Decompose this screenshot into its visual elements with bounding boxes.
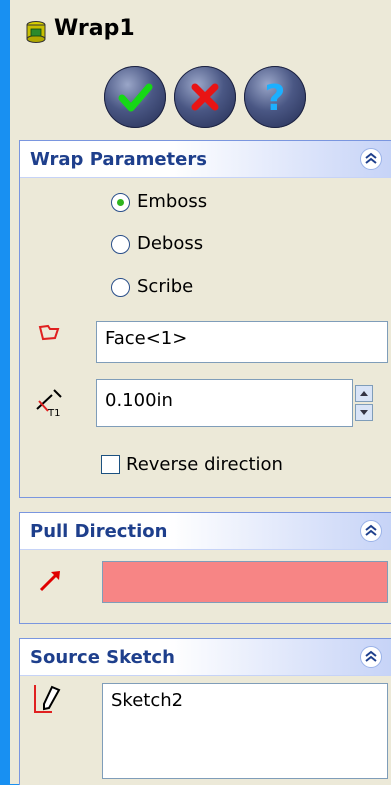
- cancel-button[interactable]: [174, 66, 236, 128]
- collapse-button[interactable]: [360, 646, 382, 668]
- svg-text:?: ?: [265, 78, 286, 119]
- wrap-feature-icon: [26, 21, 46, 43]
- thickness-increment[interactable]: [355, 385, 373, 402]
- thickness-icon: T1: [36, 389, 62, 417]
- thickness-decrement[interactable]: [355, 404, 373, 421]
- source-sketch-panel: Source Sketch Sketch2: [19, 638, 391, 785]
- deboss-radio[interactable]: [111, 235, 130, 254]
- close-icon: [191, 83, 219, 111]
- emboss-label: Emboss: [137, 191, 208, 212]
- wrap-parameters-panel: Wrap Parameters Emboss Deboss Scribe Fac…: [19, 140, 391, 498]
- help-button[interactable]: ?: [244, 66, 306, 128]
- chevron-up-icon: [365, 152, 377, 164]
- pull-direction-panel: Pull Direction: [19, 512, 391, 624]
- chevron-up-icon: [365, 650, 377, 662]
- direction-arrow-icon: [39, 571, 60, 592]
- deboss-label: Deboss: [137, 233, 204, 254]
- checkmark-icon: [118, 83, 153, 112]
- scribe-label: Scribe: [137, 276, 194, 297]
- pull-direction-title: Pull Direction: [30, 521, 168, 542]
- chevron-up-icon: [365, 524, 377, 536]
- face-field[interactable]: Face<1>: [96, 321, 388, 363]
- title-bar: Wrap1: [10, 0, 391, 60]
- svg-text:T1: T1: [47, 408, 60, 417]
- face-selection-icon: [38, 324, 60, 341]
- reverse-direction-label: Reverse direction: [126, 454, 283, 475]
- pull-direction-header[interactable]: Pull Direction: [20, 513, 391, 550]
- page-title: Wrap1: [54, 16, 135, 41]
- collapse-button[interactable]: [360, 520, 382, 542]
- thickness-field[interactable]: 0.100in: [96, 379, 353, 427]
- arrow-down-icon: [360, 410, 368, 415]
- source-sketch-title: Source Sketch: [30, 647, 175, 668]
- scribe-radio[interactable]: [111, 278, 130, 297]
- reverse-direction-checkbox[interactable]: [101, 455, 120, 474]
- sketch-field[interactable]: Sketch2: [102, 683, 388, 779]
- help-icon: ?: [265, 78, 286, 119]
- wrap-parameters-title: Wrap Parameters: [30, 149, 207, 170]
- arrow-up-icon: [360, 391, 368, 396]
- collapse-button[interactable]: [360, 148, 382, 170]
- pull-direction-field[interactable]: [102, 561, 388, 603]
- ok-button[interactable]: [104, 66, 166, 128]
- sketch-icon: [34, 685, 61, 713]
- emboss-radio[interactable]: [111, 193, 130, 212]
- wrap-parameters-header[interactable]: Wrap Parameters: [20, 141, 391, 178]
- source-sketch-header[interactable]: Source Sketch: [20, 639, 391, 676]
